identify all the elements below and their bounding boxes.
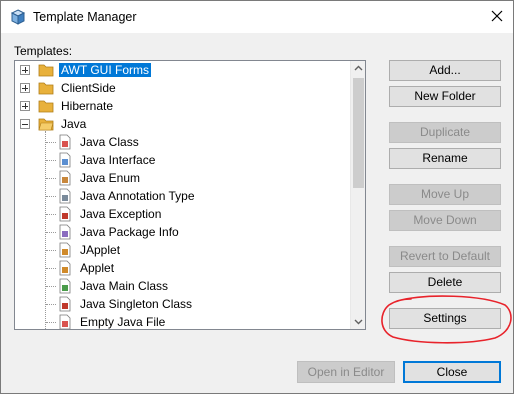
revert-to-default-button[interactable]: Revert to Default [389, 246, 501, 267]
scrollbar-thumb[interactable] [353, 78, 364, 188]
tree-connector [46, 178, 56, 179]
duplicate-button[interactable]: Duplicate [389, 122, 501, 143]
tree-item-template[interactable]: Java Interface [15, 151, 351, 169]
tree-item-template[interactable]: Java Annotation Type [15, 187, 351, 205]
tree-label: Java Interface [80, 153, 156, 167]
java-exception-icon [59, 206, 71, 222]
tree-connector [46, 286, 56, 287]
rename-button[interactable]: Rename [389, 148, 501, 169]
tree-folder-clientside[interactable]: ClientSide [15, 79, 351, 97]
tree-label: Java Annotation Type [80, 189, 195, 203]
tree-connector [46, 250, 56, 251]
new-folder-button[interactable]: New Folder [389, 86, 501, 107]
tree-item-template[interactable]: Java Package Info [15, 223, 351, 241]
delete-button[interactable]: Delete [389, 272, 501, 293]
java-main-class-icon [59, 278, 71, 294]
japplet-icon [59, 242, 71, 258]
tree-item-template[interactable]: Java Main Class [15, 277, 351, 295]
tree-label: Java Class [80, 135, 139, 149]
tree-label: JApplet [80, 243, 121, 257]
move-up-button[interactable]: Move Up [389, 184, 501, 205]
tree-label: Java Package Info [80, 225, 179, 239]
tree-connector [46, 232, 56, 233]
collapse-minus-icon[interactable] [20, 119, 30, 129]
expand-plus-icon[interactable] [20, 101, 30, 111]
tree-connector [46, 304, 56, 305]
open-in-editor-button[interactable]: Open in Editor [297, 361, 395, 383]
java-enum-icon [59, 170, 71, 186]
java-singleton-icon [59, 296, 71, 312]
close-icon[interactable] [489, 8, 505, 24]
tree-connector [46, 142, 56, 143]
applet-icon [59, 260, 71, 276]
tree-vertical-scrollbar[interactable] [350, 61, 366, 329]
close-button[interactable]: Close [403, 361, 501, 383]
tree-item-template[interactable]: Java Exception [15, 205, 351, 223]
window-title: Template Manager [33, 10, 137, 24]
tree-item-template[interactable]: Java Enum [15, 169, 351, 187]
tree-connector [46, 196, 56, 197]
expand-plus-icon[interactable] [20, 65, 30, 75]
tree-connector [46, 322, 56, 323]
netbeans-cube-icon [10, 9, 26, 25]
tree-label: Applet [80, 261, 115, 275]
open-folder-icon [38, 118, 54, 131]
java-annotation-icon [59, 188, 71, 204]
settings-button[interactable]: Settings [389, 308, 501, 329]
empty-java-file-icon [59, 314, 71, 329]
folder-icon [38, 82, 54, 95]
add-button[interactable]: Add... [389, 60, 501, 81]
tree-label: AWT GUI Forms [59, 63, 151, 77]
templates-label: Templates: [14, 44, 73, 58]
tree-item-template[interactable]: Java Singleton Class [15, 295, 351, 313]
move-down-button[interactable]: Move Down [389, 210, 501, 231]
tree-label: Hibernate [61, 99, 114, 113]
java-class-icon [59, 134, 71, 150]
tree-label: Java Main Class [80, 279, 169, 293]
tree-item-template[interactable]: Java Class [15, 133, 351, 151]
tree-connector [46, 268, 56, 269]
tree-connector [46, 160, 56, 161]
tree-item-template[interactable]: Empty Java File [15, 313, 351, 329]
tree-folder-hibernate[interactable]: Hibernate [15, 97, 351, 115]
tree-item-template[interactable]: JApplet [15, 241, 351, 259]
tree-connector [46, 214, 56, 215]
scroll-up-arrow-icon[interactable] [351, 61, 366, 76]
tree-label: Java Singleton Class [80, 297, 193, 311]
templates-tree[interactable]: AWT GUI Forms ClientSide Hibernate Java [14, 60, 366, 330]
tree-label: Java Enum [80, 171, 141, 185]
java-package-info-icon [59, 224, 71, 240]
template-manager-window: Template Manager Templates: AWT GUI Form… [0, 0, 514, 394]
scroll-down-arrow-icon[interactable] [351, 314, 366, 329]
folder-icon [38, 100, 54, 113]
tree-folder-java[interactable]: Java [15, 115, 351, 133]
java-interface-icon [59, 152, 71, 168]
tree-item-template[interactable]: Applet [15, 259, 351, 277]
expand-plus-icon[interactable] [20, 83, 30, 93]
folder-icon [38, 64, 54, 77]
tree-label: Empty Java File [80, 315, 166, 329]
tree-folder-awt-gui-forms[interactable]: AWT GUI Forms [15, 61, 351, 79]
tree-label: ClientSide [61, 81, 116, 95]
tree-label: Java [61, 117, 87, 131]
tree-label: Java Exception [80, 207, 162, 221]
title-bar[interactable]: Template Manager [1, 1, 513, 33]
